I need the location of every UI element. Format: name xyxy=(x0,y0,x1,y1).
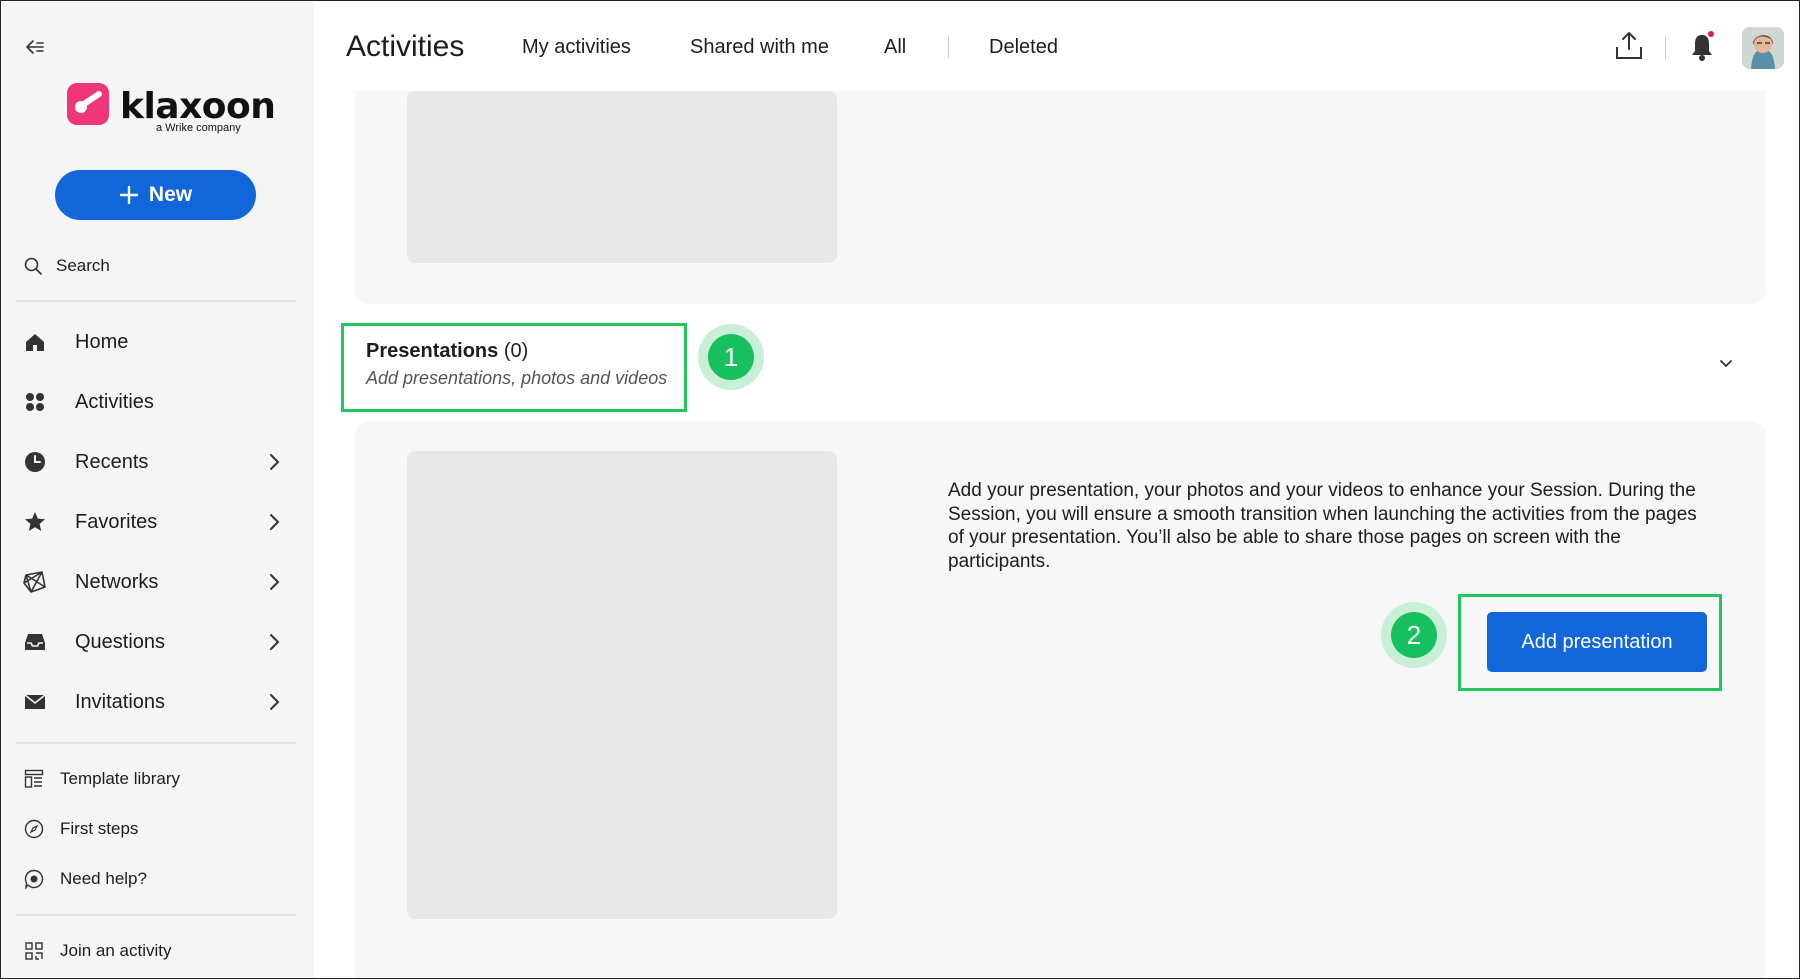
tab-my-activities[interactable]: My activities xyxy=(522,36,631,59)
template-icon xyxy=(24,769,44,788)
sidebar-item-label: Favorites xyxy=(75,510,158,533)
search-icon xyxy=(24,257,42,275)
join-activity-label: Join an activity xyxy=(60,941,172,960)
qr-code-icon xyxy=(25,942,43,960)
clock-icon xyxy=(22,449,48,475)
first-steps-label: First steps xyxy=(60,819,139,838)
chevron-right-icon xyxy=(270,574,280,590)
presentations-description: Add your presentation, your photos and y… xyxy=(948,480,1697,572)
plus-icon xyxy=(119,185,139,205)
chevron-right-icon xyxy=(270,514,280,530)
chevron-right-icon xyxy=(270,454,280,470)
highlight-box-step-1 xyxy=(341,323,687,412)
add-presentation-button[interactable]: Add presentation xyxy=(1487,612,1707,672)
chevron-right-icon xyxy=(270,634,280,650)
activities-icon xyxy=(22,389,48,415)
sidebar-item-home[interactable]: Home xyxy=(22,322,292,362)
bell-icon[interactable] xyxy=(1687,30,1717,62)
sidebar-search[interactable]: Search xyxy=(24,252,110,280)
sidebar-item-favorites[interactable]: Favorites xyxy=(22,502,292,542)
step-number: 1 xyxy=(708,334,754,380)
tab-deleted[interactable]: Deleted xyxy=(989,36,1058,59)
sidebar-item-invitations[interactable]: Invitations xyxy=(22,682,292,722)
sidebar-divider xyxy=(16,914,296,916)
sidebar-item-label: Questions xyxy=(75,630,166,653)
brand-name: klaxoon xyxy=(120,86,276,127)
new-button[interactable]: New xyxy=(55,170,256,220)
sidebar-item-need-help[interactable]: Need help? xyxy=(24,865,147,893)
avatar[interactable] xyxy=(1742,27,1784,69)
step-number: 2 xyxy=(1391,612,1437,658)
envelope-icon xyxy=(22,689,48,715)
header-divider xyxy=(1665,36,1666,60)
chevron-down-icon[interactable] xyxy=(1719,359,1733,369)
need-help-label: Need help? xyxy=(60,869,147,888)
top-bar: Activities My activities Shared with me … xyxy=(314,2,1799,91)
upload-icon[interactable] xyxy=(1614,30,1644,62)
sidebar-item-networks[interactable]: Networks xyxy=(22,562,292,602)
search-label: Search xyxy=(56,256,110,275)
home-icon xyxy=(22,329,48,355)
sidebar-item-first-steps[interactable]: First steps xyxy=(24,815,138,843)
sidebar-item-questions[interactable]: Questions xyxy=(22,622,292,662)
sidebar-divider xyxy=(16,742,296,744)
join-activity-link[interactable]: Join an activity xyxy=(24,937,172,965)
media-placeholder xyxy=(407,91,837,263)
step-badge-2: 2 xyxy=(1381,602,1447,668)
presentation-preview-placeholder xyxy=(407,451,837,919)
sidebar-item-label: Invitations xyxy=(75,690,166,713)
star-icon xyxy=(22,509,48,535)
klaxoon-logo[interactable]: klaxoon a Wrike company xyxy=(66,82,276,138)
sidebar-item-label: Activities xyxy=(75,390,154,413)
sidebar-item-activities[interactable]: Activities xyxy=(22,382,292,422)
chevron-right-icon xyxy=(270,694,280,710)
sidebar-item-label: Recents xyxy=(75,450,149,473)
network-icon xyxy=(22,569,48,595)
tab-shared-with-me[interactable]: Shared with me xyxy=(690,36,829,59)
klaxoon-logo-mark xyxy=(67,83,109,125)
sidebar: klaxoon a Wrike company New Search Home … xyxy=(2,2,314,978)
page-title: Activities xyxy=(346,30,465,63)
step-badge-1: 1 xyxy=(698,324,764,390)
tab-divider xyxy=(948,36,949,58)
sidebar-item-recents[interactable]: Recents xyxy=(22,442,292,482)
sidebar-item-label: Home xyxy=(75,330,129,353)
sidebar-item-template-library[interactable]: Template library xyxy=(24,765,180,793)
collapse-sidebar-icon[interactable] xyxy=(24,36,46,58)
inbox-icon xyxy=(22,629,48,655)
template-library-label: Template library xyxy=(60,769,180,788)
compass-icon xyxy=(24,819,44,839)
help-icon xyxy=(24,869,44,889)
sidebar-item-label: Networks xyxy=(75,570,159,593)
brand-tagline: a Wrike company xyxy=(156,122,241,134)
tab-all[interactable]: All xyxy=(884,36,906,59)
main-content: Presentations (0) Add presentations, pho… xyxy=(314,91,1799,978)
app-window: klaxoon a Wrike company New Search Home … xyxy=(0,0,1800,979)
new-button-label: New xyxy=(148,183,193,206)
previous-section-card xyxy=(355,91,1766,304)
sidebar-divider xyxy=(16,300,296,302)
